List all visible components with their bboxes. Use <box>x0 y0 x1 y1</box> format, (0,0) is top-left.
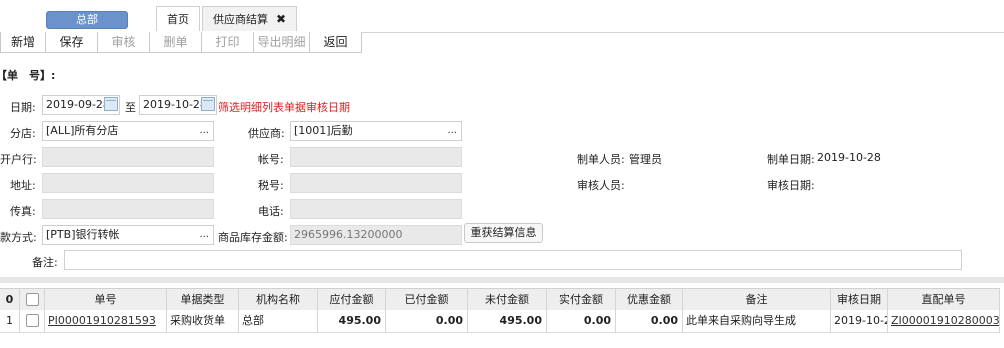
branch-input[interactable]: [ALL]所有分店... <box>42 121 214 141</box>
tab-supplier-settlement-label: 供应商结算 <box>213 13 268 26</box>
stock-amount-label: 商品库存金额: <box>218 231 288 244</box>
address-label: 地址: <box>10 179 36 192</box>
col-org-name[interactable]: 机构名称 <box>239 289 318 310</box>
phone-label: 电话: <box>258 205 284 218</box>
row-number: 1 <box>0 310 20 332</box>
col-audit-date[interactable]: 审核日期 <box>831 289 888 310</box>
phone-input[interactable] <box>290 199 462 219</box>
direct-order-cell[interactable]: ZI00001910280003 <box>888 310 1000 332</box>
save-button[interactable]: 保存 <box>46 32 98 53</box>
supplier-label: 供应商: <box>248 127 285 140</box>
account-input[interactable] <box>290 147 462 167</box>
audit-button[interactable]: 审核 <box>98 32 150 53</box>
delete-button[interactable]: 删单 <box>150 32 202 53</box>
order-number-label: 【单 号】: <box>0 69 56 82</box>
direct-order-link[interactable]: ZI00001910280003 <box>891 314 999 327</box>
bank-input[interactable] <box>42 147 214 167</box>
col-unpaid[interactable]: 未付金额 <box>468 289 547 310</box>
calendar-icon[interactable] <box>104 97 118 111</box>
doc-type-cell: 采购收货单 <box>167 310 239 332</box>
col-remark[interactable]: 备注 <box>683 289 831 310</box>
create-date-label: 制单日期: <box>767 153 815 166</box>
col-paid[interactable]: 已付金额 <box>386 289 468 310</box>
order-no-link[interactable]: PI00001910281593 <box>48 314 156 327</box>
select-all-checkbox[interactable] <box>26 293 39 306</box>
payment-lookup-icon[interactable]: ... <box>199 226 209 244</box>
filter-hint: 筛选明细列表单据审核日期 <box>218 101 350 114</box>
order-no-cell[interactable]: PI00001910281593 <box>45 310 167 332</box>
export-detail-button[interactable]: 导出明细 <box>254 32 310 53</box>
unpaid-cell: 495.00 <box>468 310 547 332</box>
auditor-label: 审核人员: <box>577 179 625 192</box>
date-label: 日期: <box>10 101 36 114</box>
bank-label: 开户行: <box>0 153 37 166</box>
row-checkbox[interactable] <box>26 314 39 327</box>
actual-paid-cell: 0.00 <box>547 310 616 332</box>
paid-cell: 0.00 <box>386 310 468 332</box>
tab-bar <box>0 0 1004 33</box>
creator-label: 制单人员: <box>577 153 625 166</box>
store-selector[interactable]: 总部 <box>46 11 128 29</box>
remark-input[interactable] <box>64 250 962 270</box>
branch-value: [ALL]所有分店 <box>46 124 119 137</box>
creator-value: 管理员 <box>629 153 662 166</box>
branch-label: 分店: <box>10 127 36 140</box>
audit-date-cell: 2019-10-2€ <box>831 310 888 332</box>
col-select[interactable] <box>20 289 45 310</box>
back-button[interactable]: 返回 <box>310 32 362 53</box>
col-discount[interactable]: 优惠金额 <box>616 289 683 310</box>
tab-home[interactable]: 首页 <box>156 6 200 31</box>
remark-label: 备注: <box>32 256 58 269</box>
discount-cell: 0.00 <box>616 310 683 332</box>
print-button[interactable]: 打印 <box>202 32 254 53</box>
payment-method-label: 款方式: <box>0 231 37 244</box>
branch-lookup-icon[interactable]: ... <box>199 122 209 140</box>
tab-home-label: 首页 <box>167 13 189 26</box>
tax-input[interactable] <box>290 173 462 193</box>
refresh-settlement-button[interactable]: 重获结算信息 <box>464 223 543 243</box>
col-doc-type[interactable]: 单据类型 <box>167 289 239 310</box>
new-button[interactable]: 新增 <box>0 32 46 53</box>
table-row[interactable]: 1 PI00001910281593 采购收货单 总部 495.00 0.00 … <box>0 310 1000 333</box>
supplier-value: [1001]后勤 <box>294 124 353 137</box>
col-direct-order[interactable]: 直配单号 <box>888 289 1000 310</box>
supplier-lookup-icon[interactable]: ... <box>447 122 457 140</box>
section-divider <box>0 277 1004 283</box>
tax-label: 税号: <box>258 179 284 192</box>
col-rownum: 0 <box>0 289 20 310</box>
col-actual-paid[interactable]: 实付金额 <box>547 289 616 310</box>
tab-supplier-settlement[interactable]: 供应商结算 ✖ <box>202 6 298 31</box>
row-select[interactable] <box>20 310 45 332</box>
supplier-input[interactable]: [1001]后勤... <box>290 121 462 141</box>
payment-method-input[interactable]: [PTB]银行转帐... <box>42 225 214 245</box>
col-order-no[interactable]: 单号 <box>45 289 167 310</box>
fax-label: 传真: <box>10 205 36 218</box>
close-icon[interactable]: ✖ <box>276 12 286 26</box>
audit-date-label: 审核日期: <box>767 179 815 192</box>
grid-header: 0 单号 单据类型 机构名称 应付金额 已付金额 未付金额 实付金额 优惠金额 … <box>0 288 1000 311</box>
account-label: 帐号: <box>258 153 284 166</box>
payable-cell: 495.00 <box>318 310 386 332</box>
stock-amount-input[interactable]: 2965996.13200000 <box>290 225 462 245</box>
create-date-value: 2019-10-28 <box>817 151 881 164</box>
org-name-cell: 总部 <box>239 310 318 332</box>
calendar-icon[interactable] <box>201 97 215 111</box>
col-payable[interactable]: 应付金额 <box>318 289 386 310</box>
payment-method-value: [PTB]银行转帐 <box>46 228 120 241</box>
remark-cell: 此单来自采购向导生成 <box>683 310 831 332</box>
date-to-label: 至 <box>125 101 136 114</box>
address-input[interactable] <box>42 173 214 193</box>
toolbar: 新增 保存 审核 删单 打印 导出明细 返回 <box>0 32 362 53</box>
fax-input[interactable] <box>42 199 214 219</box>
